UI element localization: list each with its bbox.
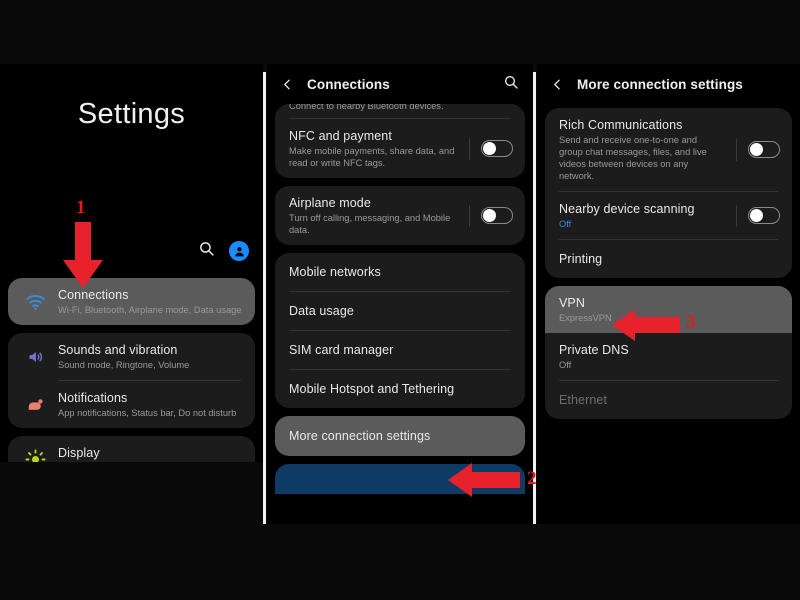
setting-row-airplane-mode[interactable]: Airplane mode Turn off calling, messagin…: [275, 186, 525, 245]
setting-row-mobile-networks[interactable]: Mobile networks: [275, 253, 525, 291]
setting-row-nearby-device-scanning[interactable]: Nearby device scanning Off: [545, 192, 792, 239]
row-label: Ethernet: [559, 393, 608, 407]
row-label: Data usage: [289, 304, 354, 318]
toggle-switch-off[interactable]: [748, 141, 780, 158]
notification-bubble-icon: [20, 396, 50, 414]
row-label: More connection settings: [289, 429, 431, 443]
row-status: Off: [559, 219, 572, 229]
row-label: Rich Communications: [559, 118, 683, 132]
toggle-knob: [750, 143, 763, 156]
card-network-list: Mobile networks Data usage SIM card mana…: [275, 253, 525, 408]
setting-row-printing[interactable]: Printing: [545, 240, 792, 278]
marker-arrow-3-left: [612, 308, 682, 347]
connections-panel: Connections Connect to nearby Bluetooth …: [267, 64, 533, 524]
row-status: Off: [559, 360, 572, 370]
sidebar-item-sublabel: App notifications, Status bar, Do not di…: [58, 408, 237, 418]
settings-home-panel: Settings Connections Wi-Fi, Bluetooth, A…: [0, 64, 263, 524]
more-connection-settings-panel: More connection settings Rich Communicat…: [537, 64, 800, 524]
toggle-switch-off[interactable]: [481, 207, 513, 224]
marker-arrow-2-left: [448, 462, 522, 503]
rich-communications-toggle[interactable]: [736, 138, 780, 161]
panel-divider-2: [533, 72, 536, 524]
setting-row-more-connection-settings[interactable]: More connection settings: [275, 416, 525, 456]
row-label: NFC and payment: [289, 129, 392, 143]
cut-off-bluetooth-text: Connect to nearby Bluetooth devices.: [289, 104, 444, 111]
settings-top-actions: [198, 240, 249, 262]
connections-title: Connections: [307, 76, 390, 92]
sidebar-item-notifications[interactable]: Notifications App notifications, Status …: [8, 381, 255, 428]
search-icon[interactable]: [503, 74, 519, 95]
marker-number-2: 2: [527, 468, 537, 489]
airplane-mode-toggle[interactable]: [469, 204, 513, 227]
settings-card-connections: Connections Wi-Fi, Bluetooth, Airplane m…: [8, 278, 255, 325]
row-sublabel: Send and receive one-to-one and group ch…: [559, 135, 707, 181]
toggle-divider: [736, 204, 737, 227]
setting-row-rich-communications[interactable]: Rich Communications Send and receive one…: [545, 108, 792, 191]
sidebar-item-connections[interactable]: Connections Wi-Fi, Bluetooth, Airplane m…: [8, 278, 255, 325]
settings-card-sounds-notifications: Sounds and vibration Sound mode, Rington…: [8, 333, 255, 428]
wifi-icon: [20, 293, 50, 311]
card-communications-group: Rich Communications Send and receive one…: [545, 108, 792, 278]
panel-bottom-mask: [0, 462, 263, 524]
nfc-toggle[interactable]: [469, 137, 513, 160]
row-sublabel: Turn off calling, messaging, and Mobile …: [289, 213, 451, 235]
sidebar-item-sublabel: Sound mode, Ringtone, Volume: [58, 360, 190, 370]
card-bluetooth-nfc: Connect to nearby Bluetooth devices. NFC…: [275, 104, 525, 178]
setting-row-ethernet: Ethernet: [545, 381, 792, 419]
search-icon[interactable]: [198, 240, 215, 262]
toggle-knob: [483, 142, 496, 155]
toggle-knob: [483, 209, 496, 222]
sidebar-item-label: Display: [58, 446, 100, 460]
screenshot-stage: Settings Connections Wi-Fi, Bluetooth, A…: [0, 0, 800, 600]
toggle-divider: [469, 204, 470, 227]
row-label: Mobile Hotspot and Tethering: [289, 382, 455, 396]
toggle-switch-off[interactable]: [748, 207, 780, 224]
toggle-switch-off[interactable]: [481, 140, 513, 157]
marker-number-1: 1: [76, 197, 86, 218]
marker-arrow-1-down: [61, 222, 105, 295]
back-chevron-icon[interactable]: [551, 78, 564, 91]
card-more-connection-settings: More connection settings: [275, 416, 525, 456]
setting-row-sim-card-manager[interactable]: SIM card manager: [275, 331, 525, 369]
connections-header: Connections: [267, 64, 533, 104]
sidebar-item-label: Notifications: [58, 391, 128, 405]
setting-row-nfc-and-payment[interactable]: NFC and payment Make mobile payments, sh…: [275, 119, 525, 178]
card-airplane-mode: Airplane mode Turn off calling, messagin…: [275, 186, 525, 245]
toggle-divider: [736, 138, 737, 161]
setting-row-mobile-hotspot-and-tethering[interactable]: Mobile Hotspot and Tethering: [275, 370, 525, 408]
row-sublabel: Make mobile payments, share data, and re…: [289, 146, 455, 168]
page-title: Settings: [77, 98, 186, 130]
more-connection-settings-header: More connection settings: [537, 64, 800, 104]
row-label: Printing: [559, 252, 603, 266]
toggle-divider: [469, 137, 470, 160]
row-label: SIM card manager: [289, 343, 394, 357]
marker-number-3: 3: [686, 312, 696, 333]
toggle-knob: [750, 209, 763, 222]
more-connection-settings-title: More connection settings: [577, 76, 743, 92]
panel-divider-1: [263, 72, 266, 524]
sidebar-item-label: Sounds and vibration: [58, 343, 178, 357]
card-vpn-group: VPN ExpressVPN Private DNS Off Ethernet: [545, 286, 792, 419]
row-label: Mobile networks: [289, 265, 381, 279]
back-chevron-icon[interactable]: [281, 78, 294, 91]
sidebar-item-sublabel: Wi-Fi, Bluetooth, Airplane mode, Data us…: [58, 305, 242, 315]
account-avatar-icon[interactable]: [229, 241, 249, 261]
speaker-icon: [20, 348, 50, 366]
row-label: Airplane mode: [289, 196, 371, 210]
setting-row-data-usage[interactable]: Data usage: [275, 292, 525, 330]
sidebar-item-sounds-and-vibration[interactable]: Sounds and vibration Sound mode, Rington…: [8, 333, 255, 380]
nearby-device-scanning-toggle[interactable]: [736, 204, 780, 227]
row-label: Nearby device scanning: [559, 202, 695, 216]
